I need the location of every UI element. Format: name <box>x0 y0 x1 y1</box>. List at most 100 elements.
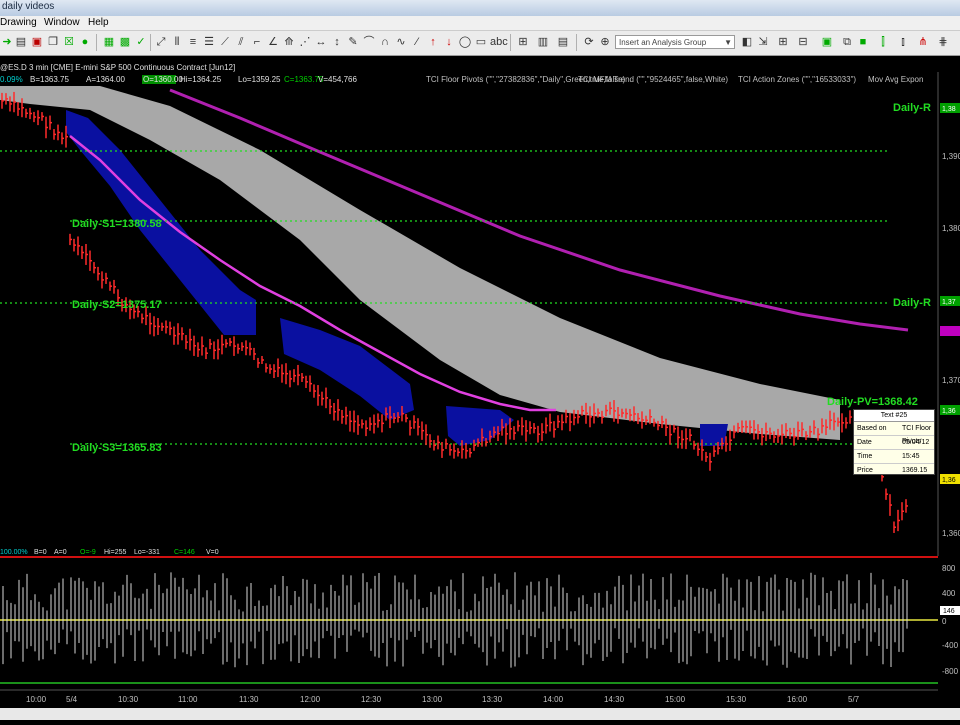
toolbar-separator <box>96 34 97 51</box>
zoom-icon[interactable]: ⊕ <box>598 35 612 49</box>
bar-chart-icon[interactable]: ⫿ <box>876 35 890 49</box>
arrow-up-icon[interactable]: ↑ <box>426 35 440 49</box>
tooltip-key: Based on <box>857 425 887 432</box>
grid-icon[interactable]: ▩ <box>118 35 132 49</box>
channel-icon[interactable]: ⫽ <box>234 35 248 49</box>
study-mfm-trend: TCI MFM Trend ("","9524465",false,White) <box>578 75 728 84</box>
menu-drawing[interactable]: Drawing <box>0 17 37 28</box>
fib-icon[interactable]: ☰ <box>202 35 216 49</box>
layout-icon[interactable]: ⊞ <box>516 35 530 49</box>
tooltip-row: Time 15:45 <box>854 450 934 464</box>
x-label: 14:30 <box>604 695 625 704</box>
angle-icon[interactable]: ∠ <box>266 35 280 49</box>
y-label-1370: 1,370 <box>942 376 960 385</box>
pivot-label-s3: Daily-S3=1365.83 <box>72 442 162 454</box>
menu-help[interactable]: Help <box>88 17 109 28</box>
regression-icon[interactable]: ⋰ <box>298 35 312 49</box>
print-icon[interactable]: ▣ <box>30 35 44 49</box>
gann-icon[interactable]: ⌐ <box>250 35 264 49</box>
zoom-out-icon[interactable]: ⊟ <box>796 35 810 49</box>
x-label: 14:00 <box>543 695 564 704</box>
horizontal-line-icon[interactable]: ↔ <box>314 35 328 49</box>
y-label-1360: 1,360 <box>942 529 960 538</box>
tooltip-title: Text #25 <box>854 410 934 422</box>
oscillator-y-axis: 800 400 0 -400 -800 <box>942 564 959 676</box>
lines-icon[interactable]: ≡ <box>186 35 200 49</box>
action-zone-4 <box>700 424 728 446</box>
study-action-zones: TCI Action Zones ("","16533033") <box>738 75 856 84</box>
x-label: 12:30 <box>361 695 382 704</box>
price-badge-4: 1,36 <box>942 477 956 484</box>
analysis-group-dropdown[interactable]: Insert an Analysis Group ▼ <box>615 35 735 49</box>
pivot-label-pv: Daily-PV=1368.42 <box>827 396 918 408</box>
tooltip-row: Price 1369.15 <box>854 464 934 477</box>
fan-icon[interactable]: ⟰ <box>282 35 296 49</box>
tooltip-value: 15:45 <box>902 453 920 460</box>
window-icon[interactable]: ▤ <box>556 35 570 49</box>
x-label: 10:00 <box>26 695 47 704</box>
x-label: 5/4 <box>66 695 78 704</box>
toolbar-separator <box>576 34 577 51</box>
screen-icon[interactable]: ■ <box>856 35 870 49</box>
price-badge-2: 1,37 <box>942 299 956 306</box>
candle-icon[interactable]: ⫾ <box>896 35 910 49</box>
pivot-label-r-top: Daily-R <box>893 102 931 114</box>
save-icon[interactable]: ▣ <box>820 35 834 49</box>
ellipse-icon[interactable]: ◯ <box>458 35 472 49</box>
window-titlebar: daily videos <box>0 0 960 16</box>
osc-y-800: 800 <box>942 564 956 573</box>
chart-icon[interactable]: ▤ <box>14 35 28 49</box>
oscillator-bars <box>2 572 908 668</box>
pivot-label-s2: Daily-S2=1375.17 <box>72 299 162 311</box>
ema-badge <box>940 326 960 336</box>
refresh-icon[interactable]: ⟳ <box>582 35 596 49</box>
brush-icon[interactable]: ⁄ <box>410 35 424 49</box>
text-icon[interactable]: abc <box>490 35 508 49</box>
price-data-high: Hi=1364.25 <box>180 75 222 84</box>
tooltip-key: Time <box>857 453 873 460</box>
osc-y-0: 0 <box>942 617 947 626</box>
x-axis: 10:00 5/4 10:30 11:00 11:30 12:00 12:30 … <box>26 695 860 704</box>
arrow-down-icon[interactable]: ↓ <box>442 35 456 49</box>
cycle-icon[interactable]: ∩ <box>378 35 392 49</box>
window-list-icon[interactable]: ⧉ <box>840 35 854 49</box>
tick-icon[interactable]: ✓ <box>134 35 148 49</box>
x-label: 15:30 <box>726 695 747 704</box>
horizontal-scrollbar[interactable] <box>0 708 960 720</box>
osc-data-high: Hi=255 <box>104 549 126 556</box>
indicator-icon[interactable]: ⋔ <box>916 35 930 49</box>
workspace-icon[interactable]: ▦ <box>102 35 116 49</box>
pencil-icon[interactable]: ✎ <box>346 35 360 49</box>
vertical-line-icon[interactable]: ↕ <box>330 35 344 49</box>
price-data-pct: 0.09% <box>0 75 23 84</box>
rectangle-icon[interactable]: ▭ <box>474 35 488 49</box>
copy-icon[interactable]: ❐ <box>46 35 60 49</box>
settings-icon[interactable]: ⋕ <box>936 35 950 49</box>
analysis-group-placeholder: Insert an Analysis Group <box>619 38 707 47</box>
menu-window[interactable]: Window <box>44 17 80 28</box>
arrow-icon[interactable]: ➜ <box>0 35 14 49</box>
navigator-icon[interactable]: ◧ <box>740 35 754 49</box>
x-label: 11:30 <box>239 695 259 704</box>
arc-icon[interactable]: ⌒ <box>362 35 376 49</box>
trendline-icon[interactable]: ⟋ <box>218 35 232 49</box>
x-label: 12:00 <box>300 695 321 704</box>
bars-icon[interactable]: ⦀ <box>170 35 184 49</box>
pointer-icon[interactable]: ⤢ <box>154 35 168 49</box>
status-icon[interactable]: ● <box>78 35 92 49</box>
scale-icon[interactable]: ⇲ <box>756 35 770 49</box>
oscillator-data-line: 100.00% B=0 A=0 O=-9 Hi=255 Lo=-331 C=14… <box>0 549 219 556</box>
pivot-label-r-mid: Daily-R <box>893 297 931 309</box>
zoom-in-icon[interactable]: ⊞ <box>776 35 790 49</box>
osc-y-neg400: -400 <box>942 641 959 650</box>
price-data-low: Lo=1359.25 <box>238 75 281 84</box>
x-label: 15:00 <box>665 695 686 704</box>
pivot-label-s1: Daily-S1=1380.58 <box>72 218 162 230</box>
osc-data-low: Lo=-331 <box>134 549 160 556</box>
osc-data-ask: A=0 <box>54 549 67 556</box>
price-data-ask: A=1364.00 <box>86 75 125 84</box>
format-icon[interactable]: ☒ <box>62 35 76 49</box>
wave-icon[interactable]: ∿ <box>394 35 408 49</box>
table-icon[interactable]: ▥ <box>536 35 550 49</box>
chart-area[interactable]: 0.09% B=1363.75 A=1364.00 O=1360.00 Hi=1… <box>0 56 960 720</box>
